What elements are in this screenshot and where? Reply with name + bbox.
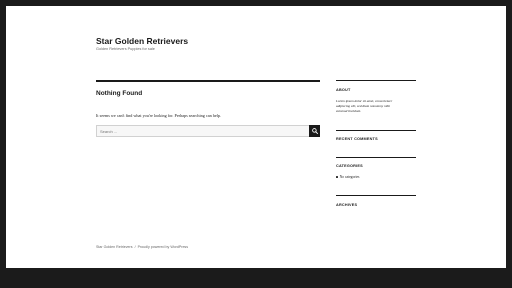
search-form: [96, 125, 310, 137]
categories-list: No categories: [336, 175, 359, 179]
search-icon: [311, 128, 318, 134]
bullet-icon: [336, 176, 338, 178]
recent-comments-title: RECENT COMMENTS: [336, 137, 378, 141]
archives-title: ARCHIVES: [336, 203, 358, 207]
about-widget-title: ABOUT: [336, 88, 351, 92]
page: Star Golden Retrievers Golden Retrievers…: [6, 6, 506, 268]
not-found-message: It seems we can't find what you're looki…: [96, 113, 222, 118]
powered-by-link[interactable]: Proudly powered by WordPress: [138, 245, 188, 249]
bottom-bar: [0, 268, 512, 288]
category-item: No categories: [339, 175, 360, 179]
recent-comments-divider: [336, 130, 416, 132]
site-footer: Star Golden Retrievers / Proudly powered b…: [96, 245, 188, 249]
content-divider: [96, 80, 320, 82]
search-button[interactable]: [309, 125, 320, 137]
site-title[interactable]: Star Golden Retrievers: [96, 36, 188, 46]
page-title: Nothing Found: [96, 90, 143, 97]
footer-site-link[interactable]: Star Golden Retrievers: [96, 245, 133, 249]
about-text-line: euismod tincidunt.: [336, 109, 362, 113]
categories-divider: [336, 157, 416, 159]
archives-divider: [336, 195, 416, 197]
site-description: Golden Retrievers Puppies for sale: [96, 47, 155, 51]
footer-separator: /: [134, 245, 136, 249]
about-text: Lorem ipsum dolor sit amet, consectetuer…: [336, 99, 416, 114]
search-input[interactable]: [100, 126, 300, 137]
about-widget-divider: [336, 80, 416, 82]
categories-title: CATEGORIES: [336, 164, 363, 168]
